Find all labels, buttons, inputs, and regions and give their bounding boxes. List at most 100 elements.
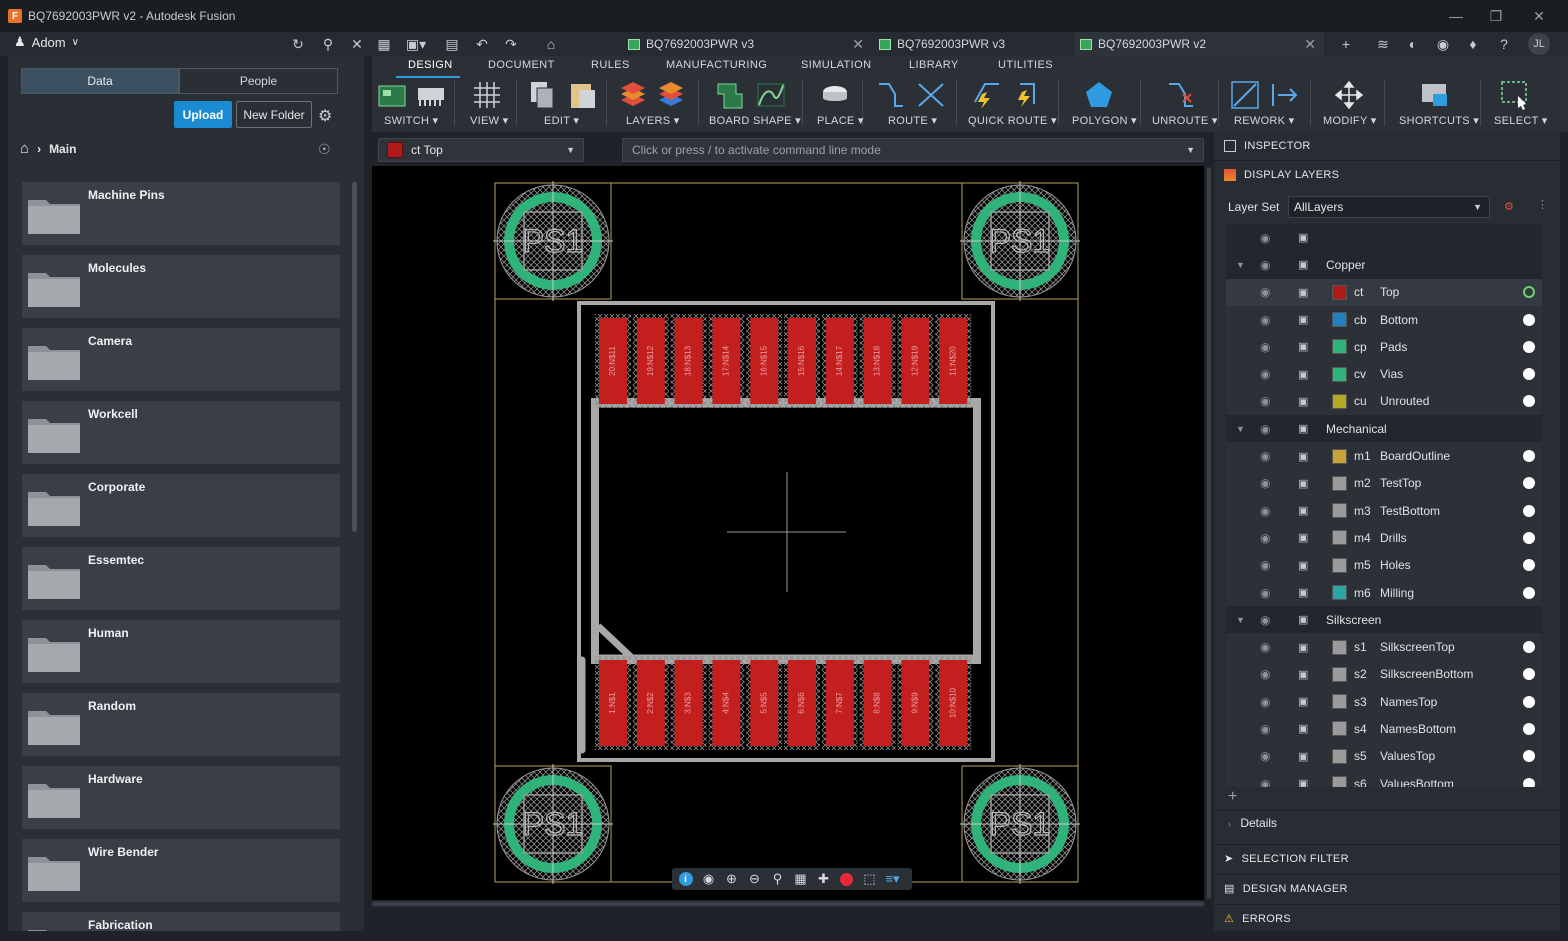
layer-color-swatch[interactable]	[1332, 284, 1347, 300]
layer-color-swatch[interactable]	[1332, 721, 1347, 737]
folder-item[interactable]: Fabrication	[22, 912, 340, 931]
active-layer-radio[interactable]	[1523, 313, 1535, 326]
select-icon[interactable]	[1500, 80, 1530, 110]
lock-icon[interactable]: ▣	[1298, 750, 1310, 763]
lock-icon[interactable]: ▣	[1298, 477, 1310, 490]
layer-color-swatch[interactable]	[1332, 585, 1347, 600]
layer-color-swatch[interactable]	[1332, 312, 1347, 328]
folder-item[interactable]: Machine Pins	[22, 182, 340, 245]
add-layer-icon[interactable]: +	[1228, 788, 1237, 806]
zoom-fit-icon[interactable]: ⚲	[766, 869, 789, 889]
active-layer-radio[interactable]	[1523, 504, 1535, 517]
upload-button[interactable]: Upload	[174, 101, 232, 128]
active-layer-radio[interactable]	[1523, 586, 1535, 599]
eye-icon[interactable]: ◉	[1260, 258, 1276, 272]
layer-row[interactable]: ◉ ▣ m6 Milling	[1226, 579, 1542, 606]
details-toggle[interactable]: › Details	[1228, 816, 1277, 830]
eye-icon[interactable]: ◉	[1260, 695, 1276, 709]
lock-icon[interactable]: ▣	[1298, 368, 1310, 381]
info-icon[interactable]: i	[674, 869, 697, 889]
lock-icon[interactable]: ▣	[1298, 531, 1310, 544]
close-tab-icon[interactable]: ✕	[1304, 36, 1316, 53]
pcb-canvas[interactable]: 20:N$11 19:N$12 18:N$13 17:N$14 16:N$15 15:N$…	[372, 166, 1204, 900]
close-panel-icon[interactable]: ✕	[347, 34, 367, 54]
layer-set-edit-icon[interactable]: ⚙	[1504, 200, 1514, 213]
extensions-icon[interactable]: ≋	[1373, 34, 1393, 54]
layer-row[interactable]: ◉ ▣ m1 BoardOutline	[1226, 442, 1542, 469]
paste-icon[interactable]	[568, 80, 598, 110]
eye-icon[interactable]: ◉	[1260, 394, 1276, 408]
layer-row[interactable]: ◉ ▣ s6 ValuesBottom	[1226, 770, 1542, 787]
grid-toggle-icon[interactable]: ▦	[789, 869, 812, 889]
layer-row[interactable]: ◉ ▣ s3 NamesTop	[1226, 688, 1542, 715]
modify-move-icon[interactable]	[1334, 80, 1364, 110]
collapse-icon[interactable]: ▼	[1236, 424, 1245, 434]
gear-icon[interactable]: ⚙	[318, 106, 332, 126]
save-icon[interactable]: ▤	[442, 34, 462, 54]
crosshair-icon[interactable]: ✚	[812, 869, 835, 889]
mounting-hole[interactable]: PS1	[493, 764, 613, 884]
redo-icon[interactable]: ↷	[501, 34, 521, 54]
lock-icon[interactable]: ▣	[1298, 258, 1310, 271]
eye-icon[interactable]: ◉	[1260, 613, 1276, 627]
zoom-in-icon[interactable]: ⊕	[720, 869, 743, 889]
layer-color-swatch[interactable]	[1332, 666, 1347, 682]
lock-icon[interactable]: ▣	[1298, 777, 1310, 787]
layer-row[interactable]: ◉ ▣ s1 SilkscreenTop	[1226, 633, 1542, 660]
active-layer-radio[interactable]	[1523, 368, 1535, 381]
layer-color-swatch[interactable]	[1332, 748, 1347, 764]
shortcuts-icon[interactable]	[1420, 80, 1450, 110]
eye-icon[interactable]: ◉	[1260, 367, 1276, 381]
lock-icon[interactable]: ▣	[1298, 422, 1310, 435]
switch-schematic-icon[interactable]	[416, 80, 446, 110]
user-avatar[interactable]: JL	[1528, 33, 1550, 55]
layers-icon[interactable]	[618, 80, 648, 110]
eye-icon[interactable]: ◉	[1260, 640, 1276, 654]
view-menu[interactable]: VIEW ▾	[470, 114, 509, 127]
design-manager-header[interactable]: ▤ DESIGN MANAGER	[1224, 882, 1348, 896]
layer-color-swatch[interactable]	[1332, 639, 1347, 655]
layer-settings-icon[interactable]	[656, 80, 686, 110]
team-switcher[interactable]: ♟ Adom ∨	[14, 34, 79, 50]
online-status-icon[interactable]: ◉	[1433, 34, 1453, 54]
document-tab[interactable]: BQ7692003PWR v2 ✕	[1074, 32, 1324, 56]
polygon-menu[interactable]: POLYGON ▾	[1072, 114, 1137, 127]
lock-icon[interactable]: ▣	[1298, 231, 1310, 244]
layer-color-swatch[interactable]	[1332, 393, 1347, 409]
collapse-icon[interactable]: ▼	[1236, 260, 1245, 270]
tab-simulation[interactable]: SIMULATION	[801, 59, 871, 71]
active-layer-radio[interactable]	[1523, 777, 1535, 787]
lock-icon[interactable]: ▣	[1298, 395, 1310, 408]
display-options-icon[interactable]: ≡▾	[881, 869, 904, 889]
lock-icon[interactable]: ▣	[1298, 313, 1310, 326]
selection-filter-header[interactable]: ➤ SELECTION FILTER	[1224, 852, 1349, 866]
layer-color-swatch[interactable]	[1332, 557, 1347, 573]
command-line-input[interactable]: Click or press / to activate command lin…	[622, 138, 1204, 162]
notifications-icon[interactable]: ♦	[1463, 34, 1483, 54]
folder-item[interactable]: Workcell	[22, 401, 340, 464]
tab-document[interactable]: DOCUMENT	[488, 59, 555, 71]
lock-icon[interactable]: ▣	[1298, 340, 1310, 353]
tab-people[interactable]: People	[179, 68, 338, 94]
home-icon[interactable]: ⌂	[541, 34, 561, 54]
breadcrumb-current[interactable]: Main	[49, 142, 76, 156]
active-layer-select[interactable]: ct Top ▼	[378, 138, 584, 162]
grid-apps-icon[interactable]: ▦	[374, 34, 394, 54]
lock-icon[interactable]: ▣	[1298, 450, 1310, 463]
layer-color-swatch[interactable]	[1332, 475, 1347, 491]
tab-manufacturing[interactable]: MANUFACTURING	[666, 59, 767, 71]
layer-set-select[interactable]: AllLayers ▼	[1288, 196, 1490, 218]
layer-group-row[interactable]: ▼ ◉ ▣ Mechanical	[1226, 415, 1542, 443]
folder-item[interactable]: Hardware	[22, 766, 340, 829]
eye-icon[interactable]: ◉	[1260, 476, 1276, 490]
layer-row[interactable]: ◉ ▣ cp Pads	[1226, 333, 1542, 360]
eye-icon[interactable]: ◉	[1260, 749, 1276, 763]
tab-design[interactable]: DESIGN	[408, 59, 453, 71]
lock-icon[interactable]: ▣	[1298, 722, 1310, 735]
layer-row[interactable]: ◉ ▣ cb Bottom	[1226, 306, 1542, 333]
layer-color-swatch[interactable]	[1332, 503, 1347, 519]
place-menu[interactable]: PLACE ▾	[817, 114, 864, 127]
more-options-icon[interactable]: ⋮	[1537, 198, 1548, 211]
route-icon[interactable]	[876, 80, 906, 110]
lock-icon[interactable]: ▣	[1298, 613, 1310, 626]
